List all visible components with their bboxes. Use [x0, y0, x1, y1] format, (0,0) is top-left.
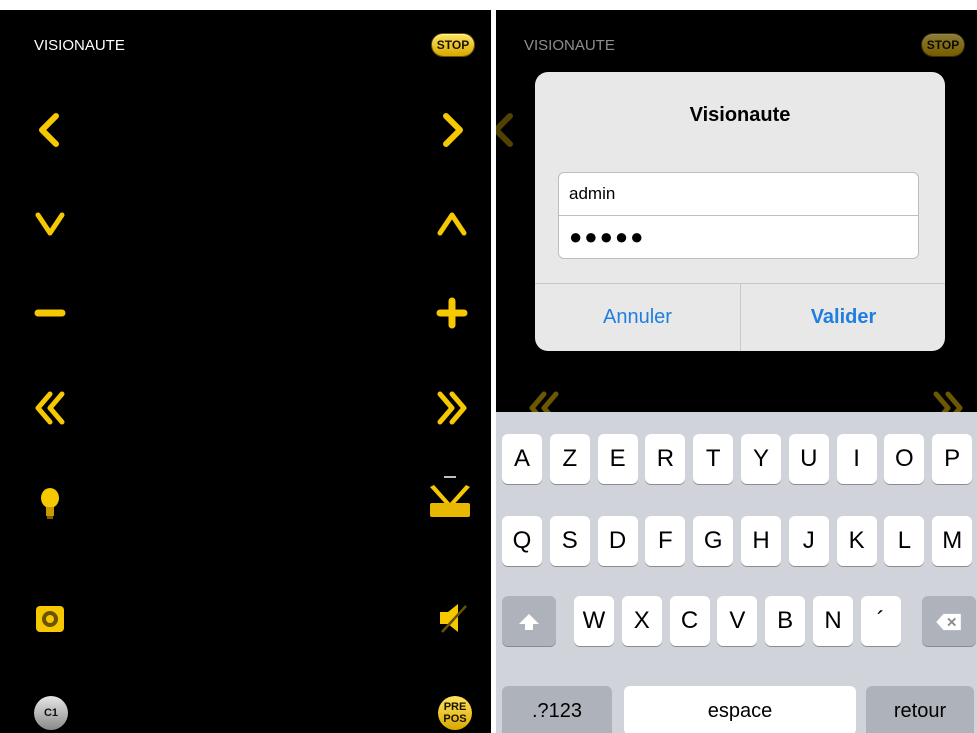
cancel-button[interactable]: Annuler	[535, 283, 740, 351]
speaker-icon	[440, 604, 467, 633]
wiper-icon	[430, 476, 470, 517]
key-m[interactable]: M	[932, 516, 973, 566]
right-button[interactable]	[432, 110, 472, 150]
key-r[interactable]: R	[645, 434, 686, 484]
minus-icon	[34, 309, 66, 317]
up-button[interactable]	[432, 203, 472, 243]
key-k[interactable]: K	[836, 516, 877, 566]
right-screen: VISIONAUTE STOP Visionaute admin ●●●●● A…	[496, 10, 977, 733]
chevron-up-icon	[437, 212, 467, 236]
validate-button[interactable]: Valider	[741, 283, 945, 351]
c1-button[interactable]: C1	[34, 696, 68, 730]
key-c[interactable]: C	[669, 596, 710, 646]
wiper-button[interactable]	[426, 473, 474, 521]
key-w[interactable]: W	[574, 596, 614, 646]
key-h[interactable]: H	[741, 516, 781, 566]
down-button[interactable]	[30, 203, 70, 243]
stop-button[interactable]: STOP	[432, 34, 474, 56]
rewind-button[interactable]	[30, 388, 70, 428]
numbers-key[interactable]: .?123	[502, 686, 612, 733]
zoom-in-button[interactable]	[432, 293, 472, 333]
keyboard: AZERTYUIOP QSDFGHJKLM W X C V B N ´ .?123 espa…	[496, 412, 977, 733]
light-button[interactable]	[30, 483, 70, 523]
key-u[interactable]: U	[788, 434, 829, 484]
key-q[interactable]: Q	[502, 516, 542, 566]
login-dialog: Visionaute admin ●●●●● Annuler Valider	[535, 72, 945, 351]
key-acute[interactable]: ´	[860, 596, 901, 646]
key-n[interactable]: N	[813, 596, 853, 646]
chevron-right-icon	[443, 113, 463, 147]
left-screen: VISIONAUTE STOP C1 PRE POS	[0, 10, 491, 733]
key-p[interactable]: P	[932, 434, 973, 484]
key-a[interactable]: A	[502, 434, 542, 484]
key-x[interactable]: X	[621, 596, 662, 646]
camera-button[interactable]	[30, 598, 70, 638]
key-d[interactable]: D	[597, 516, 638, 566]
shift-key[interactable]	[502, 596, 556, 646]
key-b[interactable]: B	[765, 596, 806, 646]
shift-icon	[519, 613, 539, 630]
rewind-icon	[35, 391, 65, 425]
fast-forward-button[interactable]	[432, 388, 472, 428]
chevron-left-icon	[39, 113, 59, 147]
sound-button[interactable]	[432, 598, 472, 638]
chevron-down-icon	[35, 212, 65, 236]
prepos-button[interactable]: PRE POS	[438, 696, 472, 730]
camera-icon	[36, 606, 64, 632]
left-button[interactable]	[30, 110, 70, 150]
zoom-out-button[interactable]	[30, 293, 70, 333]
key-t[interactable]: T	[693, 434, 734, 484]
plus-icon	[436, 297, 468, 329]
backspace-icon	[936, 613, 961, 630]
lightbulb-icon	[41, 488, 59, 519]
key-z[interactable]: Z	[549, 434, 590, 484]
password-field[interactable]: ●●●●●	[558, 215, 919, 259]
return-key[interactable]: retour	[866, 686, 974, 733]
key-f[interactable]: F	[645, 516, 686, 566]
key-v[interactable]: V	[717, 596, 758, 646]
key-e[interactable]: E	[597, 434, 638, 484]
prepos-label-bottom: POS	[443, 713, 467, 725]
key-s[interactable]: S	[549, 516, 590, 566]
key-j[interactable]: J	[788, 516, 829, 566]
prepos-label-top: PRE	[443, 701, 467, 713]
app-title: VISIONAUTE	[34, 37, 125, 54]
username-field[interactable]: admin	[558, 172, 919, 216]
key-o[interactable]: O	[884, 434, 925, 484]
key-l[interactable]: L	[884, 516, 925, 566]
space-key[interactable]: espace	[624, 686, 856, 733]
fast-forward-icon	[437, 391, 467, 425]
backspace-key[interactable]	[922, 596, 976, 646]
key-y[interactable]: Y	[741, 434, 781, 484]
key-i[interactable]: I	[836, 434, 877, 484]
dialog-title: Visionaute	[689, 104, 791, 126]
key-g[interactable]: G	[693, 516, 734, 566]
